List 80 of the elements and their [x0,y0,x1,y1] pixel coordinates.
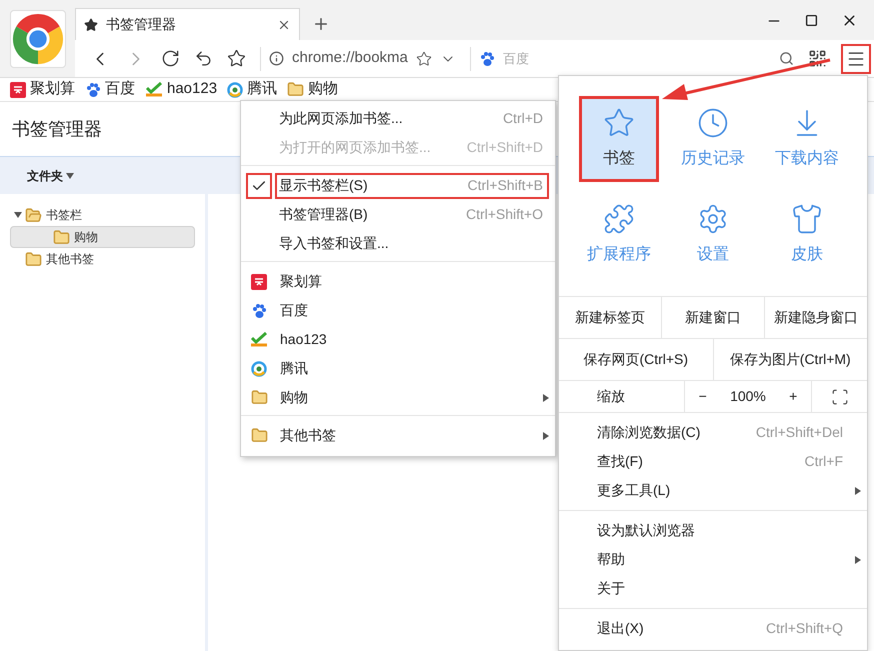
info-icon [269,51,284,66]
checkmark-logo-icon [250,332,268,348]
menu-item[interactable]: 聚划算 [241,267,555,296]
menu-item[interactable]: hao123 [241,325,555,354]
menu-item[interactable]: 书签管理器(B) Ctrl+Shift+O [275,202,549,228]
zoom-in-button[interactable]: + [785,386,802,407]
submenu-arrow-icon [855,486,861,494]
menu-action[interactable]: 新建隐身窗口 [764,297,867,338]
fullscreen-icon[interactable] [830,388,848,406]
zoom-value: 100% [730,387,766,406]
menu-item[interactable]: 查找(F) Ctrl+F [559,447,867,476]
folder-icon [25,250,42,268]
square-logo-icon [251,274,267,290]
folder-tree-item[interactable]: 购物 [10,226,195,248]
square-logo-icon [10,82,26,98]
bookmark-bar-item[interactable]: 腾讯 [227,78,278,101]
shirt-icon [791,203,823,235]
reload-icon[interactable] [161,49,180,68]
menu-item[interactable]: 退出(X) Ctrl+Shift+Q [559,614,867,643]
menu-item[interactable]: 设为默认浏览器 [559,516,867,545]
paw-icon [478,50,495,66]
menu-item[interactable]: 更多工具(L) [559,476,867,505]
page-title: 书签管理器 [12,118,102,140]
expand-caret-icon [14,212,22,218]
search-field[interactable]: 百度 [502,48,771,68]
address-bar[interactable]: chrome://bookma [260,46,456,70]
puzzle-icon [603,203,635,235]
settings-icon [697,203,729,235]
qr-code-icon[interactable] [808,49,827,68]
menu-item[interactable]: 购物 [241,383,555,412]
menu-item[interactable]: 为此网页添加书签... Ctrl+D [275,106,549,132]
undo-icon[interactable] [194,49,213,68]
folder-icon [287,81,304,98]
star-icon[interactable] [416,50,432,66]
folder-open-icon [25,206,42,224]
menu-item[interactable]: 关于 [559,574,867,603]
submenu-arrow-icon [855,556,861,564]
menu-item[interactable]: 显示书签栏(S) Ctrl+Shift+B [275,172,549,198]
menu-action[interactable]: 保存为图片(Ctrl+M) [712,339,867,380]
menu-item[interactable]: 帮助 [559,545,867,574]
bookmark-star-icon[interactable] [227,49,246,68]
bookmark-bar-item[interactable]: hao123 [145,78,218,101]
menu-item: 为打开的网页添加书签... Ctrl+Shift+D [278,138,544,157]
submenu-arrow-icon [543,432,549,440]
folder-icon [250,427,268,444]
submenu-arrow-icon [543,394,549,402]
star-icon [603,107,635,139]
caret-icon [66,172,74,178]
menu-action[interactable]: 新建标签页 [559,297,661,338]
browser-logo-icon[interactable] [10,10,66,68]
menu-action[interactable]: 新建窗口 [661,297,764,338]
menu-button[interactable] [841,44,871,74]
maximize-icon[interactable] [805,14,818,27]
bookmark-bar-item[interactable]: 购物 [287,78,338,101]
ring-logo-icon [227,82,244,98]
folder-tree-item[interactable]: 书签栏 [10,204,195,226]
folder-icon [250,389,268,406]
menu-item[interactable]: 腾讯 [241,354,555,383]
bookmark-bar-item[interactable]: 聚划算 [10,78,75,101]
search-icon[interactable] [779,51,794,66]
folder-icon [53,228,70,246]
new-tab-icon[interactable] [312,15,330,33]
clock-icon [697,107,729,139]
zoom-out-button[interactable]: − [694,386,711,407]
menu-tile[interactable]: 书签 [579,96,659,182]
folder-tree-item[interactable]: 其他书签 [10,248,195,270]
zoom-label: 缩放 [596,387,626,406]
browser-tab[interactable]: 书签管理器 [75,8,300,40]
folder-dropdown[interactable]: 文件夹 [27,166,73,184]
menu-item[interactable]: 导入书签和设置... [275,230,549,256]
menu-item[interactable]: 百度 [241,296,555,325]
menu-item[interactable]: 其他书签 [241,421,555,450]
paw-icon [251,302,267,318]
bookmark-bar-item[interactable]: 百度 [85,78,135,101]
menu-item[interactable]: 清除浏览数据(C) Ctrl+Shift+Del [559,418,867,447]
menu-action[interactable]: 保存网页(Ctrl+S) [559,339,712,380]
paw-icon [85,82,101,98]
star-icon [84,18,98,32]
checkmark-logo-icon [145,82,163,98]
ring-logo-icon [251,360,267,376]
